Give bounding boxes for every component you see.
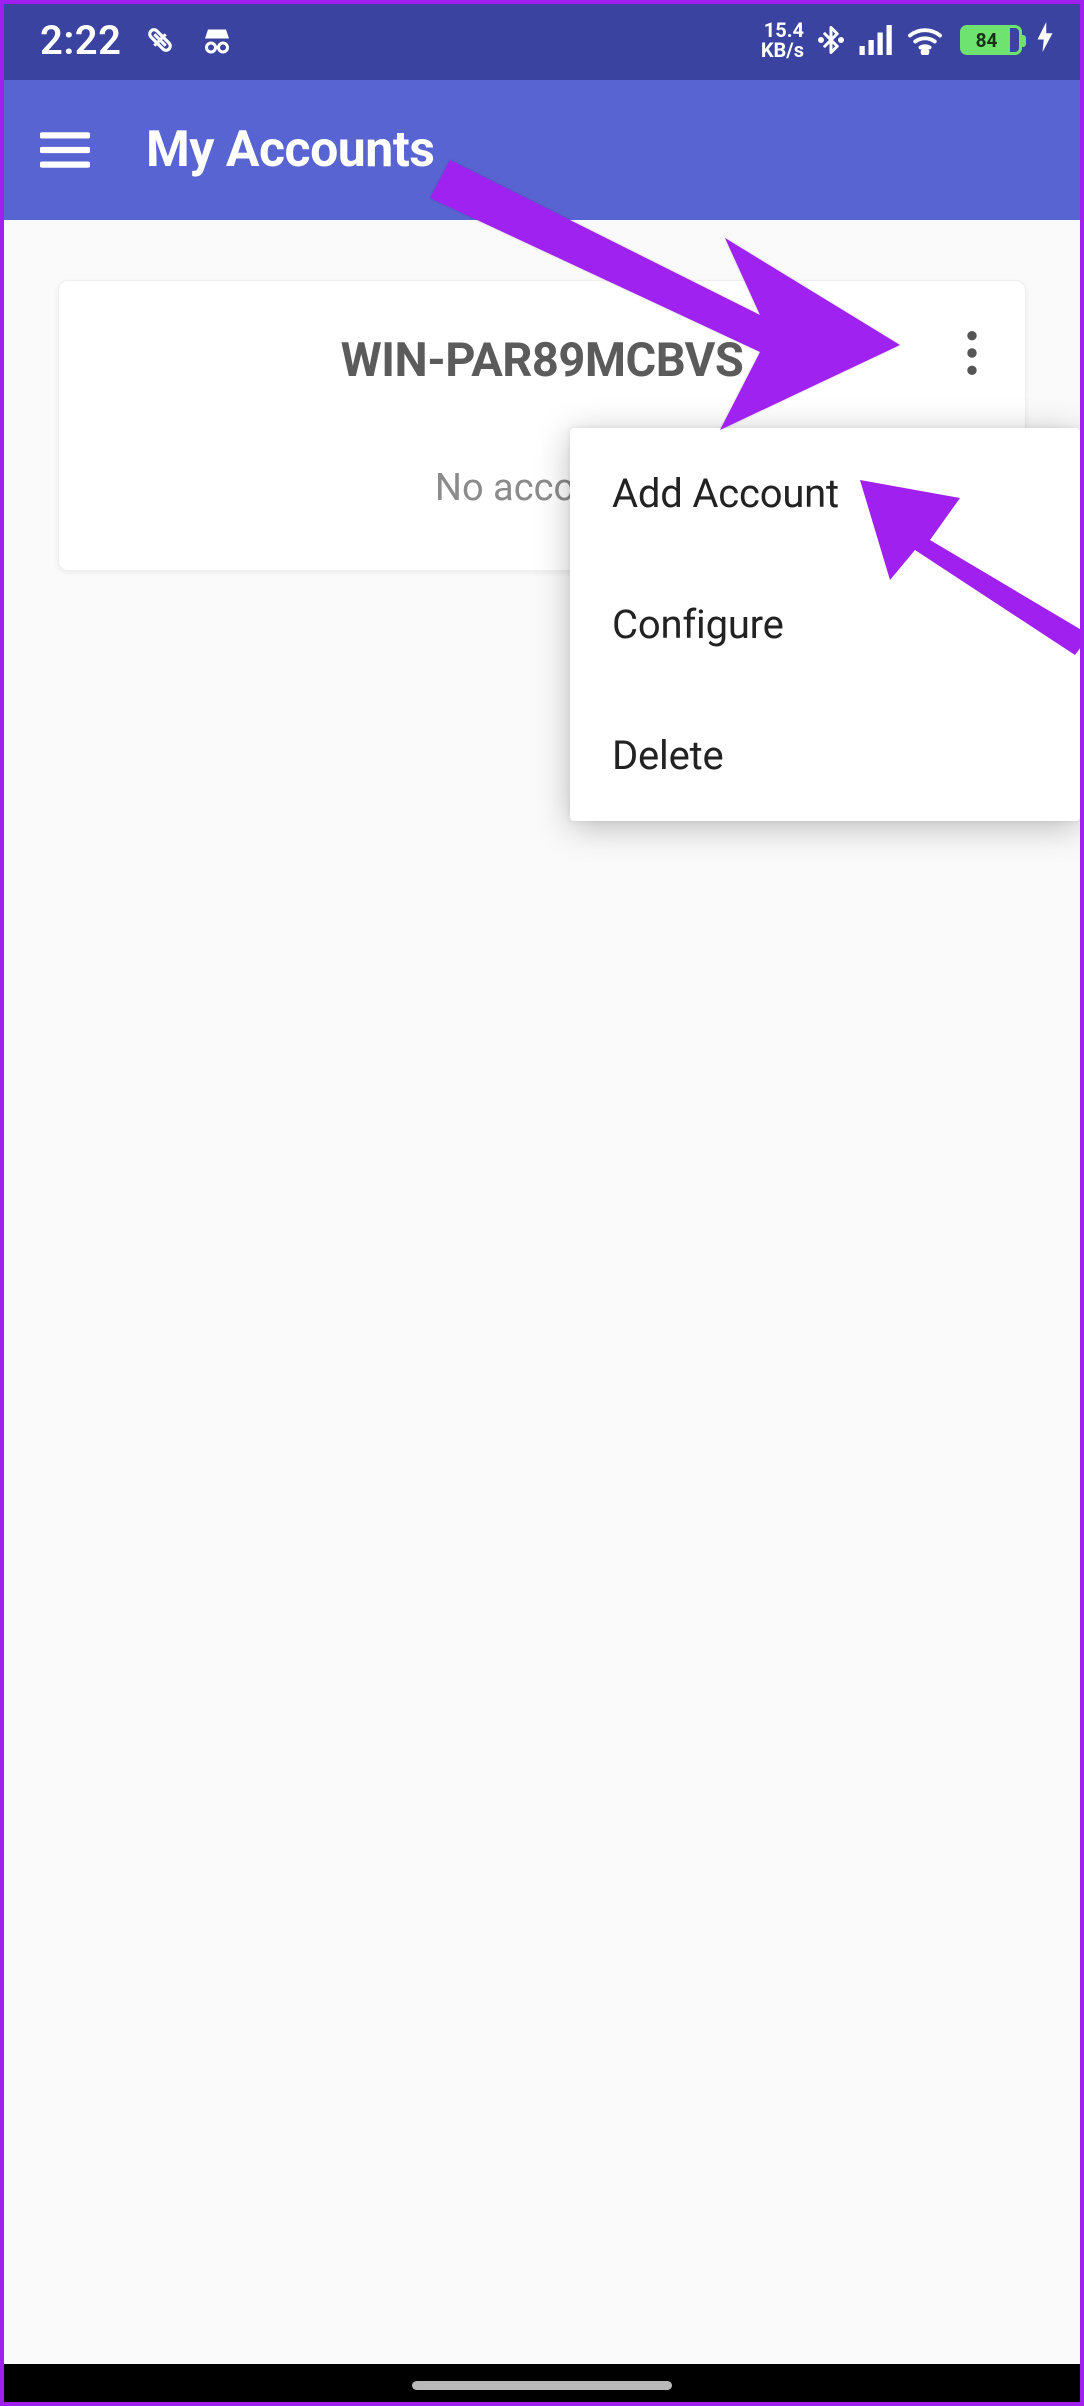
network-speed: 15.4 KB/s bbox=[761, 20, 804, 60]
menu-icon[interactable] bbox=[40, 130, 90, 170]
signal-icon bbox=[858, 25, 894, 55]
navigation-bar bbox=[0, 2364, 1084, 2406]
status-time: 2:22 bbox=[40, 17, 121, 64]
page-title: My Accounts bbox=[146, 121, 434, 179]
card-menu-button[interactable] bbox=[937, 313, 1007, 393]
app-bar: My Accounts bbox=[0, 80, 1084, 220]
charging-icon bbox=[1036, 22, 1054, 59]
context-menu: Add Account Configure Delete bbox=[570, 428, 1080, 821]
more-vert-icon bbox=[967, 331, 977, 375]
incognito-icon bbox=[199, 22, 235, 58]
status-bar: 2:22 15.4 KB/s bbox=[0, 0, 1084, 80]
menu-item-delete[interactable]: Delete bbox=[570, 690, 1080, 821]
bluetooth-icon bbox=[816, 22, 846, 58]
battery-icon: 84 bbox=[960, 25, 1022, 55]
band-aid-icon bbox=[143, 23, 177, 57]
menu-item-configure[interactable]: Configure bbox=[570, 559, 1080, 690]
home-pill[interactable] bbox=[412, 2381, 672, 2390]
card-title: WIN-PAR89MCBVS bbox=[99, 333, 985, 388]
wifi-icon bbox=[906, 25, 944, 55]
menu-item-add-account[interactable]: Add Account bbox=[570, 428, 1080, 559]
